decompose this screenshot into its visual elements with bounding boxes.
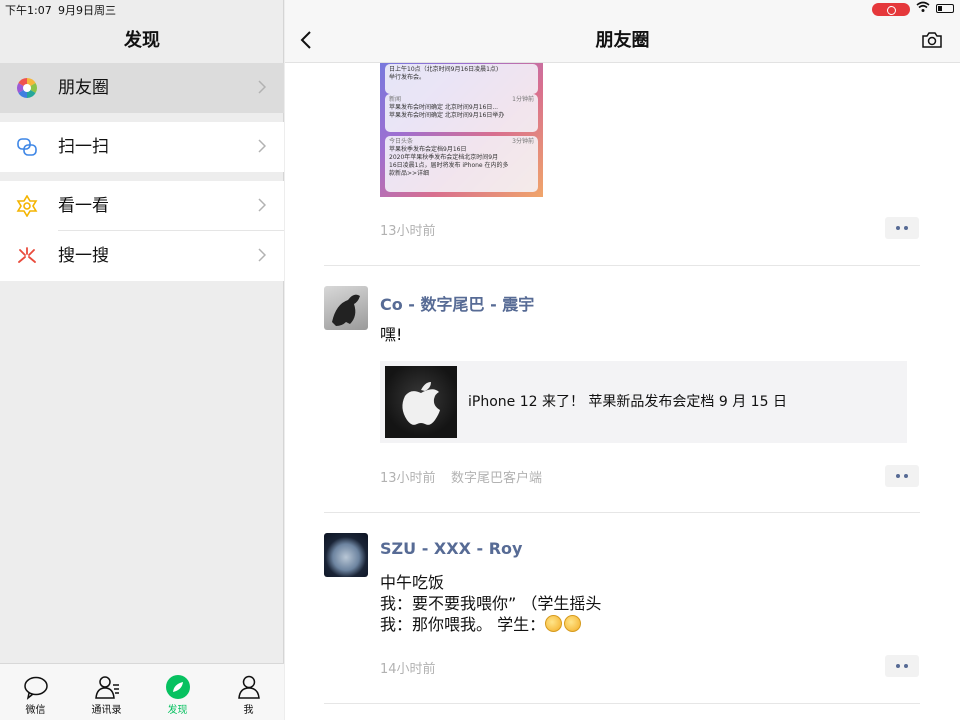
menu-label-scan: 扫一扫 — [58, 137, 109, 157]
notification-line: 举行发布会。 — [389, 74, 426, 81]
tab-label-chats: 微信 — [25, 705, 46, 716]
tab-label-me: 我 — [243, 705, 254, 716]
notification-time: 3分钟前 — [512, 138, 534, 145]
menu-label-top-stories: 看一看 — [58, 196, 109, 216]
apple-logo-icon — [385, 366, 457, 438]
scan-icon — [17, 138, 37, 156]
discover-panel: 发现 朋友圈 扫一扫 看一看 搜一搜 微信 通讯录 发现 我 — [0, 0, 284, 720]
post-text: 嘿! — [380, 325, 403, 344]
notification-line: 苹果发布会时间确定 北京时间9月16日举办 — [389, 112, 505, 119]
me-icon — [238, 675, 260, 699]
status-time: 下午1:07 — [5, 4, 52, 17]
post-text-line-text: 我：那你喂我。 学生： — [380, 615, 546, 634]
menu-item-moments[interactable]: 朋友圈 — [0, 63, 284, 113]
page-title: 发现 — [124, 30, 160, 51]
tab-label-contacts: 通讯录 — [91, 705, 122, 716]
top-stories-icon — [16, 195, 38, 217]
notification-line: 16日凌晨1点，届时将发布 iPhone 在内的多 — [389, 162, 509, 169]
post-text-line: 中午吃饭 — [380, 573, 445, 592]
tab-contacts[interactable]: 通讯录 — [71, 664, 142, 720]
menu-item-scan[interactable]: 扫一扫 — [0, 122, 284, 172]
search-icon — [18, 247, 36, 263]
status-bar: 下午1:07 9月9日周三 — [0, 0, 960, 18]
post-image[interactable]: 日上午10点（北京时间9月16日凌晨1点) 举行发布会。 新闻 1分钟前 苹果发布… — [380, 40, 543, 197]
screen-record-icon[interactable] — [872, 3, 910, 16]
moments-icon — [16, 77, 38, 99]
post-source[interactable]: 数字尾巴客户端 — [451, 467, 542, 486]
post-more-button[interactable] — [885, 655, 919, 677]
notification-card: 日上午10点（北京时间9月16日凌晨1点) 举行发布会。 — [385, 64, 538, 94]
battery-icon — [936, 4, 954, 13]
link-title: iPhone 12 来了！ 苹果新品发布会定档 9 月 15 日 — [468, 394, 787, 410]
tab-label-discover: 发现 — [167, 705, 188, 716]
avatar[interactable] — [324, 533, 368, 577]
notification-line: 款新品>>详细 — [389, 170, 430, 177]
blush-emoji-icon — [564, 615, 582, 632]
moments-title: 朋友圈 — [595, 30, 650, 51]
notification-app: 今日头条 — [389, 138, 414, 145]
post-more-button[interactable] — [885, 465, 919, 487]
tab-discover[interactable]: 发现 — [142, 664, 213, 720]
camera-icon[interactable] — [921, 31, 943, 49]
notification-line: 苹果秋季发布会定档9月16日 — [389, 146, 467, 153]
chevron-right-icon — [258, 139, 266, 153]
discover-icon — [166, 675, 190, 699]
tab-bar: 微信 通讯录 发现 我 — [0, 663, 284, 720]
contacts-icon — [95, 676, 119, 699]
notification-line: 苹果发布会时间确定 北京时间9月16日... — [389, 104, 499, 111]
moments-panel: 朋友圈 日上午10点（北京时间9月16日凌晨1点) 举行发布会。 新闻 1分钟前 … — [285, 0, 960, 720]
post-time: 14小时前 — [380, 662, 436, 677]
notification-line: 日上午10点（北京时间9月16日凌晨1点) — [389, 66, 499, 73]
chevron-right-icon — [258, 80, 266, 94]
sweat-emoji-icon — [545, 615, 563, 632]
notification-time: 1分钟前 — [512, 96, 534, 103]
chevron-right-icon — [258, 198, 266, 212]
wifi-icon — [916, 1, 930, 16]
post-time: 13小时前 — [380, 471, 436, 486]
link-card[interactable]: iPhone 12 来了！ 苹果新品发布会定档 9 月 15 日 — [380, 361, 907, 443]
chat-icon — [24, 676, 48, 700]
post-time: 13小时前 — [380, 224, 436, 239]
post-separator — [324, 512, 920, 513]
post-more-button[interactable] — [885, 217, 919, 239]
post-author[interactable]: Co - 数字尾巴 - 震宇 — [380, 291, 534, 315]
menu-item-search[interactable]: 搜一搜 — [0, 231, 284, 281]
status-date: 9月9日周三 — [58, 4, 116, 17]
menu-label-moments: 朋友圈 — [58, 78, 109, 98]
post-separator — [324, 265, 920, 266]
tab-chats[interactable]: 微信 — [0, 664, 71, 720]
notification-app: 新闻 — [389, 96, 402, 103]
notification-line: 2020年苹果秋季发布会定档北京时间9月 — [389, 154, 499, 161]
post-author[interactable]: SZU - XXX - Roy — [380, 539, 522, 558]
chevron-right-icon — [258, 248, 266, 262]
menu-item-top-stories[interactable]: 看一看 — [0, 181, 284, 231]
notification-card: 今日头条 3分钟前 苹果秋季发布会定档9月16日 2020年苹果秋季发布会定档北京… — [385, 136, 538, 192]
menu-label-search: 搜一搜 — [58, 246, 109, 266]
post-text-line: 我：要不要我喂你” （学生摇头 — [380, 594, 602, 613]
avatar[interactable] — [324, 286, 368, 330]
post-separator — [324, 703, 920, 704]
post-text: 中午吃饭 我：要不要我喂你” （学生摇头 我：那你喂我。 学生： — [380, 572, 601, 635]
tab-me[interactable]: 我 — [213, 664, 284, 720]
notification-card: 新闻 1分钟前 苹果发布会时间确定 北京时间9月16日... 苹果发布会时间确定 … — [385, 94, 538, 132]
post-text-line: 我：那你喂我。 学生： — [380, 614, 601, 635]
